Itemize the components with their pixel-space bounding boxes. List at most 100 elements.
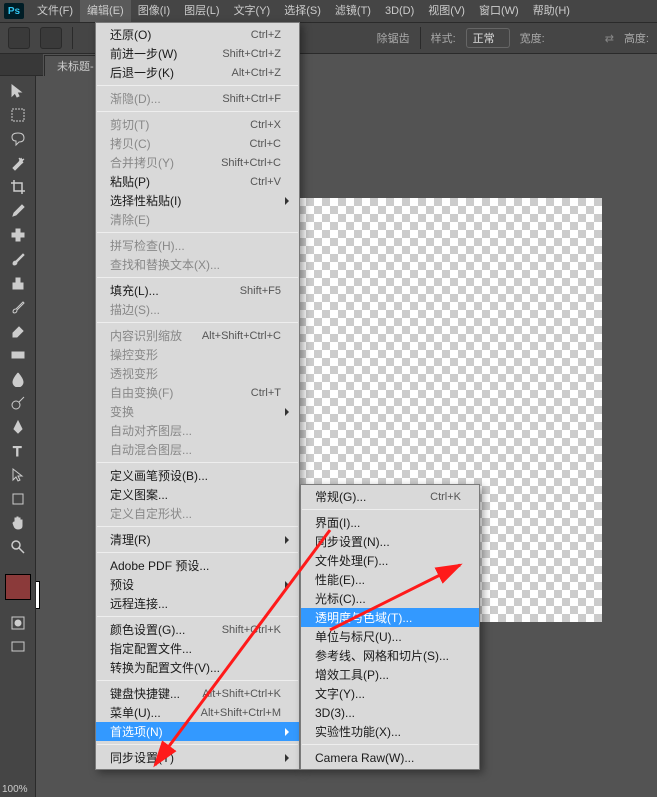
menu-f[interactable]: 文件(F)	[30, 0, 80, 22]
menu-item-label: 文件处理(F)...	[315, 552, 388, 569]
quickmask-tool[interactable]	[4, 612, 32, 634]
edit-item-11: 清除(E)	[96, 210, 299, 229]
edit-item-34[interactable]: 预设	[96, 575, 299, 594]
menu-item-label: 前进一步(W)	[110, 45, 177, 62]
menu-i[interactable]: 图像(I)	[131, 0, 177, 22]
prefs-item-4[interactable]: 文件处理(F)...	[301, 551, 479, 570]
edit-item-9[interactable]: 粘贴(P)Ctrl+V	[96, 172, 299, 191]
menu-s[interactable]: 选择(S)	[277, 0, 328, 22]
brush-tool[interactable]	[4, 248, 32, 270]
pen-tool[interactable]	[4, 416, 32, 438]
shortcut: Ctrl+X	[250, 119, 281, 131]
edit-item-29: 定义自定形状...	[96, 504, 299, 523]
tool-preset-icon[interactable]	[8, 27, 30, 49]
edit-item-10[interactable]: 选择性粘贴(I)	[96, 191, 299, 210]
edit-item-0[interactable]: 还原(O)Ctrl+Z	[96, 25, 299, 44]
separator	[302, 509, 478, 510]
menu-y[interactable]: 文字(Y)	[227, 0, 278, 22]
dodge-tool[interactable]	[4, 392, 32, 414]
edit-item-2[interactable]: 后退一步(K)Alt+Ctrl+Z	[96, 63, 299, 82]
stamp-tool[interactable]	[4, 272, 32, 294]
edit-item-7: 拷贝(C)Ctrl+C	[96, 134, 299, 153]
menu-item-label: 合并拷贝(Y)	[110, 154, 174, 171]
type-tool[interactable]: T	[4, 440, 32, 462]
menu-item-label: 键盘快捷键...	[110, 685, 180, 702]
path-select-tool[interactable]	[4, 464, 32, 486]
menu-dd[interactable]: 3D(D)	[378, 0, 421, 22]
separator	[97, 680, 298, 681]
prefs-item-15[interactable]: Camera Raw(W)...	[301, 748, 479, 767]
edit-item-35[interactable]: 远程连接...	[96, 594, 299, 613]
eraser-tool[interactable]	[4, 320, 32, 342]
menu-w[interactable]: 窗口(W)	[472, 0, 526, 22]
eyedropper-tool[interactable]	[4, 200, 32, 222]
edit-item-27[interactable]: 定义画笔预设(B)...	[96, 466, 299, 485]
toolbar: T	[0, 76, 36, 797]
edit-item-38[interactable]: 指定配置文件...	[96, 639, 299, 658]
edit-item-1[interactable]: 前进一步(W)Shift+Ctrl+Z	[96, 44, 299, 63]
shortcut: Alt+Shift+Ctrl+C	[202, 330, 281, 342]
edit-item-42[interactable]: 菜单(U)...Alt+Shift+Ctrl+M	[96, 703, 299, 722]
swap-icon[interactable]: ⇄	[605, 32, 614, 45]
prefs-item-0[interactable]: 常规(G)...Ctrl+K	[301, 487, 479, 506]
prefs-item-12[interactable]: 3D(3)...	[301, 703, 479, 722]
menubar: Ps 文件(F)编辑(E)图像(I)图层(L)文字(Y)选择(S)滤镜(T)3D…	[0, 0, 657, 22]
prefs-item-7[interactable]: 透明度与色域(T)...	[301, 608, 479, 627]
zoom-tool[interactable]	[4, 536, 32, 558]
lasso-tool[interactable]	[4, 128, 32, 150]
history-brush-tool[interactable]	[4, 296, 32, 318]
edit-item-39[interactable]: 转换为配置文件(V)...	[96, 658, 299, 677]
blur-tool[interactable]	[4, 368, 32, 390]
edit-item-14: 查找和替换文本(X)...	[96, 255, 299, 274]
marquee-tool[interactable]	[4, 104, 32, 126]
mode-icon[interactable]	[40, 27, 62, 49]
gradient-tool[interactable]	[4, 344, 32, 366]
menu-item-label: 增效工具(P)...	[315, 666, 389, 683]
edit-item-33[interactable]: Adobe PDF 预设...	[96, 556, 299, 575]
menu-item-label: Adobe PDF 预设...	[110, 557, 209, 574]
move-tool[interactable]	[4, 80, 32, 102]
menu-item-label: 自动混合图层...	[110, 441, 192, 458]
document-tab-label: 未标题-	[57, 61, 94, 73]
edit-item-43[interactable]: 首选项(N)	[96, 722, 299, 741]
prefs-item-5[interactable]: 性能(E)...	[301, 570, 479, 589]
hand-tool[interactable]	[4, 512, 32, 534]
style-select[interactable]: 正常	[466, 28, 510, 48]
wand-tool[interactable]	[4, 152, 32, 174]
prefs-item-10[interactable]: 增效工具(P)...	[301, 665, 479, 684]
menu-t[interactable]: 滤镜(T)	[328, 0, 378, 22]
prefs-item-8[interactable]: 单位与标尺(U)...	[301, 627, 479, 646]
crop-tool[interactable]	[4, 176, 32, 198]
prefs-item-13[interactable]: 实验性功能(X)...	[301, 722, 479, 741]
menu-e[interactable]: 编辑(E)	[80, 0, 131, 22]
style-value: 正常	[473, 33, 495, 45]
prefs-item-2[interactable]: 界面(I)...	[301, 513, 479, 532]
menu-h[interactable]: 帮助(H)	[526, 0, 577, 22]
edit-item-41[interactable]: 键盘快捷键... Alt+Shift+Ctrl+K	[96, 684, 299, 703]
edit-item-37[interactable]: 颜色设置(G)...Shift+Ctrl+K	[96, 620, 299, 639]
prefs-item-3[interactable]: 同步设置(N)...	[301, 532, 479, 551]
edit-item-45[interactable]: 同步设置(Y)	[96, 748, 299, 767]
menu-v[interactable]: 视图(V)	[421, 0, 472, 22]
prefs-item-6[interactable]: 光标(C)...	[301, 589, 479, 608]
shape-tool[interactable]	[4, 488, 32, 510]
prefs-item-11[interactable]: 文字(Y)...	[301, 684, 479, 703]
tab-well	[0, 54, 43, 76]
separator	[420, 27, 421, 49]
separator	[97, 616, 298, 617]
menu-item-label: 定义图案...	[110, 486, 168, 503]
foreground-color[interactable]	[5, 574, 31, 600]
separator	[97, 462, 298, 463]
edit-item-16[interactable]: 填充(L)...Shift+F5	[96, 281, 299, 300]
shortcut: Shift+F5	[240, 285, 281, 297]
shortcut: Alt+Shift+Ctrl+K	[202, 688, 281, 700]
menu-item-label: 文字(Y)...	[315, 685, 365, 702]
menu-l[interactable]: 图层(L)	[177, 0, 226, 22]
edit-item-28[interactable]: 定义图案...	[96, 485, 299, 504]
ps-logo: Ps	[4, 3, 24, 19]
shortcut: Ctrl+Z	[251, 29, 281, 41]
prefs-item-9[interactable]: 参考线、网格和切片(S)...	[301, 646, 479, 665]
edit-item-31[interactable]: 清理(R)	[96, 530, 299, 549]
healing-tool[interactable]	[4, 224, 32, 246]
screenmode-tool[interactable]	[4, 636, 32, 658]
